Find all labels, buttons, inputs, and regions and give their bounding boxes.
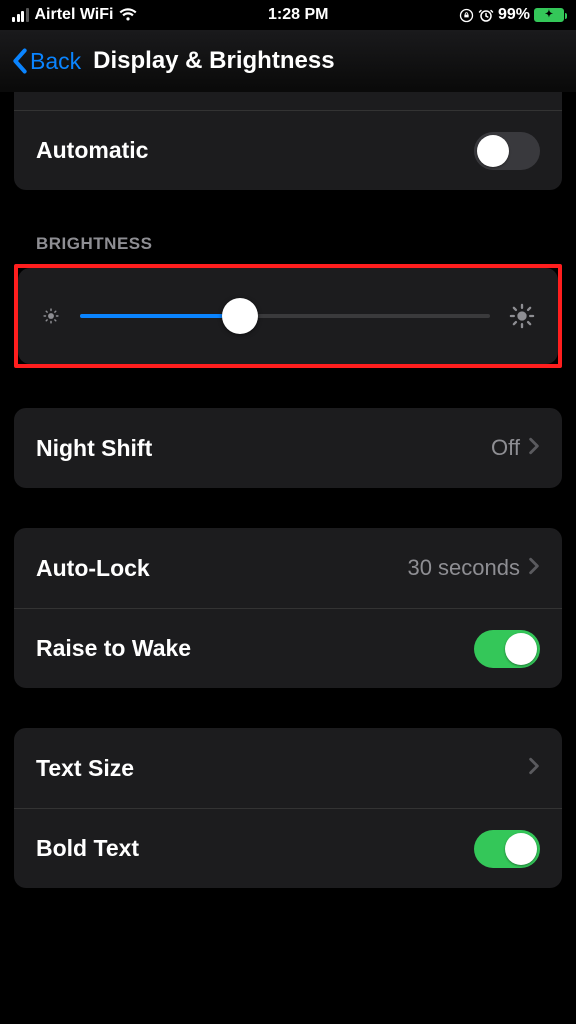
battery-percent: 99% <box>498 6 530 24</box>
chevron-right-icon <box>528 437 540 460</box>
back-label: Back <box>30 48 81 75</box>
night-shift-value: Off <box>491 435 520 461</box>
raise-to-wake-label: Raise to Wake <box>36 635 191 662</box>
auto-lock-value: 30 seconds <box>407 555 520 581</box>
status-bar: Airtel WiFi 1:28 PM 99% ✦ <box>0 0 576 30</box>
brightness-high-icon <box>508 302 536 330</box>
wifi-icon <box>119 8 137 22</box>
navigation-bar: Back Display & Brightness <box>0 30 576 92</box>
clock: 1:28 PM <box>137 6 459 24</box>
chevron-left-icon <box>10 47 30 75</box>
back-button[interactable]: Back <box>10 47 81 75</box>
auto-lock-label: Auto-Lock <box>36 555 150 582</box>
text-size-label: Text Size <box>36 755 134 782</box>
night-shift-row[interactable]: Night Shift Off <box>14 408 562 488</box>
rotation-lock-icon <box>459 8 474 23</box>
automatic-label: Automatic <box>36 137 148 164</box>
brightness-highlight <box>14 264 562 368</box>
bold-text-toggle[interactable] <box>474 830 540 868</box>
text-group: Text Size Bold Text <box>14 728 562 888</box>
automatic-row[interactable]: Automatic <box>14 110 562 190</box>
carrier-label: Airtel WiFi <box>35 6 114 24</box>
raise-to-wake-row[interactable]: Raise to Wake <box>14 608 562 688</box>
brightness-low-icon <box>40 305 62 327</box>
night-shift-group: Night Shift Off <box>14 408 562 488</box>
cellular-signal-icon <box>12 8 29 22</box>
appearance-group: Automatic <box>14 92 562 190</box>
bold-text-label: Bold Text <box>36 835 139 862</box>
chevron-right-icon <box>528 757 540 780</box>
lock-group: Auto-Lock 30 seconds Raise to Wake <box>14 528 562 688</box>
chevron-right-icon <box>528 557 540 580</box>
bold-text-row[interactable]: Bold Text <box>14 808 562 888</box>
auto-lock-row[interactable]: Auto-Lock 30 seconds <box>14 528 562 608</box>
automatic-toggle[interactable] <box>474 132 540 170</box>
raise-to-wake-toggle[interactable] <box>474 630 540 668</box>
brightness-slider[interactable] <box>80 300 490 332</box>
brightness-panel <box>18 268 558 364</box>
alarm-icon <box>478 7 494 23</box>
charging-icon: ✦ <box>545 10 553 20</box>
text-size-row[interactable]: Text Size <box>14 728 562 808</box>
brightness-section-header: BRIGHTNESS <box>14 190 562 264</box>
night-shift-label: Night Shift <box>36 435 152 462</box>
battery-icon: ✦ <box>534 8 564 22</box>
page-title: Display & Brightness <box>81 47 566 75</box>
